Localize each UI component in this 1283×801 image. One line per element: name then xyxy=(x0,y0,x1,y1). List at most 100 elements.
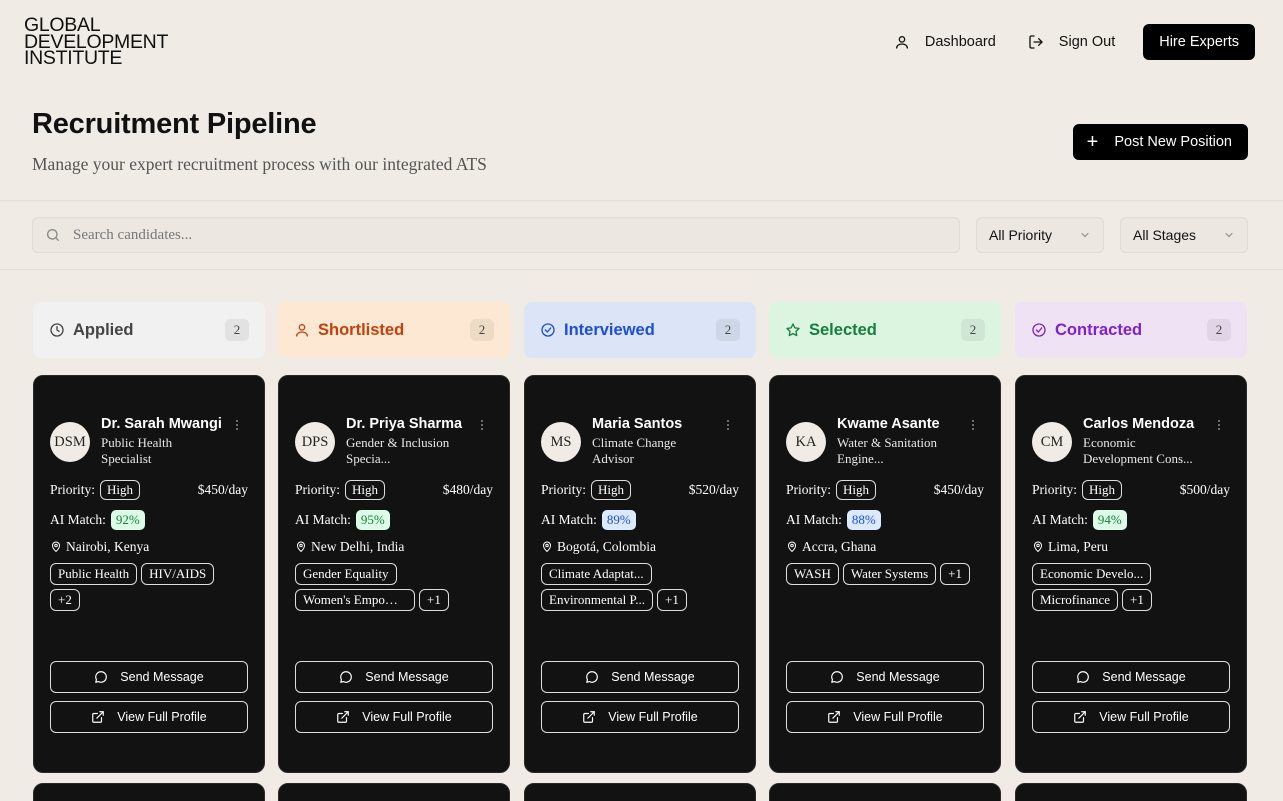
candidate-name: Maria Santos xyxy=(592,416,683,432)
more-options-icon[interactable] xyxy=(481,420,485,432)
view-profile-button[interactable]: View Full Profile xyxy=(786,701,984,733)
priority-badge: High xyxy=(345,480,386,500)
logo[interactable]: GLOBAL DEVELOPMENT INSTITUTE xyxy=(24,16,168,68)
skill-tag: Water Systems xyxy=(842,563,937,585)
candidate-card[interactable]: KA Kwame Asante Water & Sanitation Engin… xyxy=(769,375,1001,773)
pipeline-column: Interviewed 2 MS Maria Santos Climate Ch… xyxy=(524,302,756,801)
send-message-button[interactable]: Send Message xyxy=(786,661,984,693)
column-count-badge: 2 xyxy=(225,319,249,341)
location-text: Bogotá, Colombia xyxy=(557,539,656,554)
message-icon xyxy=(586,671,599,683)
ai-match-row: AI Match: 88% xyxy=(786,509,881,531)
candidate-card[interactable] xyxy=(769,783,1001,801)
more-options-icon[interactable] xyxy=(236,420,240,432)
search-input[interactable] xyxy=(73,226,933,244)
view-profile-label: View Full Profile xyxy=(608,710,698,724)
more-options-icon[interactable] xyxy=(1218,420,1222,432)
dashboard-link[interactable]: Dashboard xyxy=(894,34,996,50)
more-options-icon[interactable] xyxy=(972,420,976,432)
map-pin-icon xyxy=(542,541,552,553)
send-message-button[interactable]: Send Message xyxy=(50,661,248,693)
location-row: Accra, Ghana xyxy=(786,539,876,555)
map-pin-icon xyxy=(51,541,61,553)
map-pin-icon xyxy=(296,541,306,553)
search-icon xyxy=(47,229,59,241)
candidate-card[interactable]: DPS Dr. Priya Sharma Gender & Inclusion … xyxy=(278,375,510,773)
candidate-card[interactable]: DSM Dr. Sarah Mwangi Public Health Speci… xyxy=(33,375,265,773)
column-title: Shortlisted xyxy=(318,320,405,339)
priority-label: Priority: xyxy=(295,482,341,497)
stage-select-value: All Stages xyxy=(1133,227,1197,243)
skill-tag: +2 xyxy=(50,589,80,611)
column-title: Applied xyxy=(73,320,134,339)
send-message-label: Send Message xyxy=(856,670,940,684)
view-profile-label: View Full Profile xyxy=(853,710,943,724)
ai-match-badge: 92% xyxy=(110,510,145,530)
column-count-badge: 2 xyxy=(716,319,740,341)
clock-icon xyxy=(50,323,64,337)
candidate-card[interactable]: MS Maria Santos Climate Change Advisor P… xyxy=(524,375,756,773)
send-message-label: Send Message xyxy=(611,670,695,684)
view-profile-button[interactable]: View Full Profile xyxy=(295,701,493,733)
skill-tag: +1 xyxy=(1122,589,1152,611)
skill-tags: Climate Adaptat... Environmental P... +1 xyxy=(541,563,741,615)
message-icon xyxy=(1077,671,1090,683)
view-profile-label: View Full Profile xyxy=(1099,710,1189,724)
send-message-button[interactable]: Send Message xyxy=(541,661,739,693)
candidate-card[interactable] xyxy=(1015,783,1247,801)
log-out-icon xyxy=(1029,35,1043,49)
priority-select[interactable]: All Priority xyxy=(976,217,1104,253)
ai-match-label: AI Match: xyxy=(1032,512,1088,527)
avatar: CM xyxy=(1032,422,1072,462)
priority-badge: High xyxy=(1082,480,1123,500)
column-header: Contracted 2 xyxy=(1015,302,1247,358)
send-message-button[interactable]: Send Message xyxy=(295,661,493,693)
view-profile-button[interactable]: View Full Profile xyxy=(50,701,248,733)
skill-tag: Economic Develo... xyxy=(1032,563,1152,585)
column-header: Shortlisted 2 xyxy=(278,302,510,358)
candidate-role: Water & Sanitation Engine... xyxy=(837,435,938,466)
day-rate: $520/day xyxy=(688,482,739,497)
column-count-badge: 2 xyxy=(470,319,494,341)
post-new-position-button[interactable]: + Post New Position xyxy=(1072,124,1248,160)
send-message-label: Send Message xyxy=(365,670,449,684)
priority-label: Priority: xyxy=(50,482,96,497)
hire-experts-button[interactable]: Hire Experts xyxy=(1143,24,1255,60)
skill-tag: Women's Empower... xyxy=(295,589,415,611)
candidate-role: Climate Change Advisor xyxy=(592,435,677,466)
dashboard-label: Dashboard xyxy=(924,34,996,50)
send-message-button[interactable]: Send Message xyxy=(1032,661,1230,693)
column-count-badge: 2 xyxy=(961,319,985,341)
skill-tags: WASH Water Systems +1 xyxy=(786,563,986,589)
chevron-down-icon xyxy=(1081,233,1089,238)
skill-tag: +1 xyxy=(419,589,449,611)
avatar: KA xyxy=(786,422,826,462)
priority-select-value: All Priority xyxy=(989,227,1053,243)
view-profile-button[interactable]: View Full Profile xyxy=(1032,701,1230,733)
location-row: Nairobi, Kenya xyxy=(50,539,149,555)
ai-match-row: AI Match: 94% xyxy=(1032,509,1127,531)
skill-tag: HIV/AIDS xyxy=(141,563,215,585)
stage-select[interactable]: All Stages xyxy=(1120,217,1248,253)
candidate-card[interactable] xyxy=(278,783,510,801)
sign-out-link[interactable]: Sign Out xyxy=(1028,34,1115,50)
page-title: Recruitment Pipeline xyxy=(32,108,317,140)
priority-row: Priority: High $500/day xyxy=(1032,479,1230,501)
avatar: DSM xyxy=(50,422,90,462)
candidate-name: Dr. Priya Sharma xyxy=(346,416,463,432)
column-header: Selected 2 xyxy=(769,302,1001,358)
column-title: Interviewed xyxy=(564,320,655,339)
candidate-card[interactable]: CM Carlos Mendoza Economic Development C… xyxy=(1015,375,1247,773)
candidate-card[interactable] xyxy=(33,783,265,801)
more-options-icon[interactable] xyxy=(727,420,731,432)
candidate-card[interactable] xyxy=(524,783,756,801)
ai-match-badge: 95% xyxy=(355,510,390,530)
check-circle-icon xyxy=(541,323,555,337)
day-rate: $500/day xyxy=(1179,482,1230,497)
chevron-down-icon xyxy=(1225,233,1233,238)
main-nav: Dashboard Sign Out Hire Experts xyxy=(862,24,1255,60)
view-profile-button[interactable]: View Full Profile xyxy=(541,701,739,733)
skill-tags: Gender Equality Women's Empower... +1 xyxy=(295,563,495,615)
ai-match-label: AI Match: xyxy=(541,512,597,527)
location-text: Nairobi, Kenya xyxy=(66,539,150,554)
